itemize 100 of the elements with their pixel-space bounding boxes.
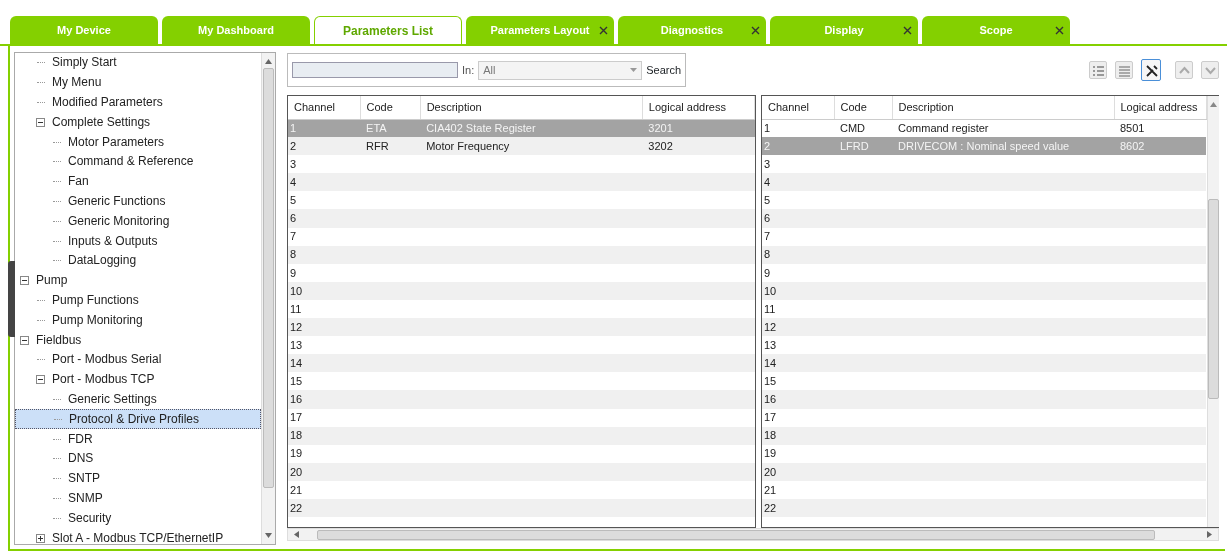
table-row[interactable]: 6	[288, 209, 755, 228]
table-row[interactable]: 15	[288, 372, 755, 391]
tree-item[interactable]: Generic Monitoring	[15, 211, 261, 232]
table-row[interactable]: 10	[288, 281, 755, 300]
table-cell: 15	[290, 375, 303, 388]
tree-item[interactable]: My Menu	[15, 72, 261, 93]
tree-item[interactable]: Protocol & Drive Profiles	[15, 409, 261, 430]
collapse-handle[interactable]	[8, 261, 15, 337]
table-row[interactable]: 20	[288, 462, 755, 481]
close-icon[interactable]	[903, 26, 912, 35]
tree-item[interactable]: Inputs & Outputs	[15, 231, 261, 251]
tree-item[interactable]: Pump	[15, 270, 261, 291]
caret-icon[interactable]	[630, 68, 638, 72]
table-cell: Command register	[898, 122, 989, 135]
table-cell: 4	[290, 176, 297, 189]
table-row[interactable]: 13	[762, 336, 1206, 355]
search-field[interactable]	[292, 62, 458, 78]
table-row[interactable]: 7	[762, 227, 1206, 246]
tree-item[interactable]: FDR	[15, 429, 261, 449]
tree-item[interactable]: Pump Monitoring	[15, 310, 261, 331]
table-row[interactable]: 11	[762, 299, 1206, 319]
table-cell: 3	[764, 158, 771, 170]
table-cell: 20	[290, 465, 303, 478]
tree-item[interactable]: DNS	[15, 448, 261, 469]
close-icon[interactable]	[1055, 26, 1064, 35]
horizontal-scrollbar[interactable]	[287, 528, 1219, 541]
table-row[interactable]: 9	[762, 263, 1206, 282]
scroll-thumb[interactable]	[317, 529, 1155, 540]
scroll-up-icon[interactable]	[1209, 102, 1217, 107]
table-row[interactable]: 8	[288, 245, 755, 264]
column-header[interactable]: Description	[420, 96, 643, 119]
tree-item[interactable]: Fieldbus	[15, 330, 261, 350]
table-row[interactable]: 5	[762, 191, 1206, 210]
tree-item[interactable]: Pump Functions	[15, 290, 261, 311]
tree-item[interactable]: Security	[15, 508, 261, 529]
table-row[interactable]: 13	[288, 336, 755, 355]
table-row[interactable]: 5	[288, 191, 755, 210]
scroll-up-icon[interactable]	[265, 59, 272, 64]
table-row[interactable]: 11	[288, 299, 755, 319]
table-cell: 2	[764, 139, 771, 152]
table-cell: 19	[290, 447, 303, 460]
column-header[interactable]: Channel	[288, 96, 361, 119]
table-row[interactable]: 14	[288, 354, 755, 373]
column-header[interactable]: Code	[834, 96, 892, 119]
table-row[interactable]: 19	[288, 444, 755, 463]
scroll-thumb[interactable]	[263, 68, 274, 488]
collapse-icon[interactable]	[36, 117, 45, 127]
table-cell: 8	[290, 248, 297, 261]
tree-item[interactable]: Generic Functions	[15, 191, 261, 212]
table-row[interactable]: 2 RFR Motor Frequency 3202	[288, 137, 755, 156]
tree-item[interactable]: Complete Settings	[15, 112, 261, 133]
column-header[interactable]: Channel	[762, 96, 834, 119]
table-row[interactable]: 17	[288, 408, 755, 427]
tree-item[interactable]: Generic Settings	[15, 389, 261, 410]
table-row[interactable]: 9	[288, 263, 755, 282]
scroll-left-icon[interactable]	[294, 531, 299, 538]
table-row[interactable]: 12	[288, 318, 755, 337]
tree-item[interactable]: Command & Reference	[15, 152, 261, 172]
column-header[interactable]: Code	[360, 96, 421, 119]
table-row[interactable]: 18	[288, 426, 755, 445]
table-row[interactable]: 17	[762, 408, 1206, 427]
tree-item[interactable]: Slot A - Modbus TCP/EthernetIP	[15, 528, 261, 544]
table-row[interactable]: 3	[762, 155, 1206, 174]
tree-item[interactable]: SNTP	[15, 468, 261, 489]
close-icon[interactable]	[599, 26, 608, 35]
table-row[interactable]: 4	[288, 173, 755, 192]
collapse-icon[interactable]	[36, 375, 45, 385]
tree-item[interactable]: Motor Parameters	[15, 132, 261, 152]
table-row[interactable]: 21	[762, 480, 1206, 499]
scroll-thumb[interactable]	[1207, 199, 1219, 399]
table-row[interactable]: 16	[288, 390, 755, 409]
scope-dropdown[interactable]: All	[478, 60, 643, 80]
table-row[interactable]: 3	[288, 155, 755, 174]
tree-scrollbar[interactable]	[261, 53, 275, 544]
tools-button[interactable]	[1141, 59, 1161, 81]
table-row[interactable]: 7	[288, 227, 755, 246]
tree-item[interactable]: Modified Parameters	[15, 92, 261, 113]
search-button[interactable]: Search	[646, 61, 682, 79]
tree-item[interactable]: Port - Modbus TCP	[15, 369, 261, 390]
tree-item[interactable]: SNMP	[15, 488, 261, 509]
tree-item[interactable]: Simply Start	[15, 53, 261, 73]
table-row[interactable]: 1 CMD Command register 8501	[762, 119, 1206, 138]
column-header[interactable]: Description	[892, 96, 1114, 119]
tree-item[interactable]: Fan	[15, 171, 261, 192]
tree-item[interactable]: Port - Modbus Serial	[15, 349, 261, 370]
table-row[interactable]: 22	[288, 498, 755, 518]
scroll-right-icon[interactable]	[1207, 531, 1212, 538]
collapse-icon[interactable]	[20, 276, 29, 286]
table-row[interactable]: 21	[288, 480, 755, 499]
table-row[interactable]: 15	[762, 372, 1206, 391]
close-icon[interactable]	[751, 26, 760, 35]
table-row[interactable]: 19	[762, 444, 1206, 463]
expand-icon[interactable]	[36, 533, 45, 543]
column-header[interactable]: Logical address	[642, 96, 755, 119]
tree-item[interactable]: DataLogging	[15, 250, 261, 271]
collapse-icon[interactable]	[20, 335, 29, 345]
scroll-down-icon[interactable]	[265, 533, 272, 538]
table-cell: 8	[764, 248, 771, 261]
column-header[interactable]: Logical address	[1114, 96, 1206, 119]
table-scrollbar[interactable]	[1206, 96, 1219, 527]
